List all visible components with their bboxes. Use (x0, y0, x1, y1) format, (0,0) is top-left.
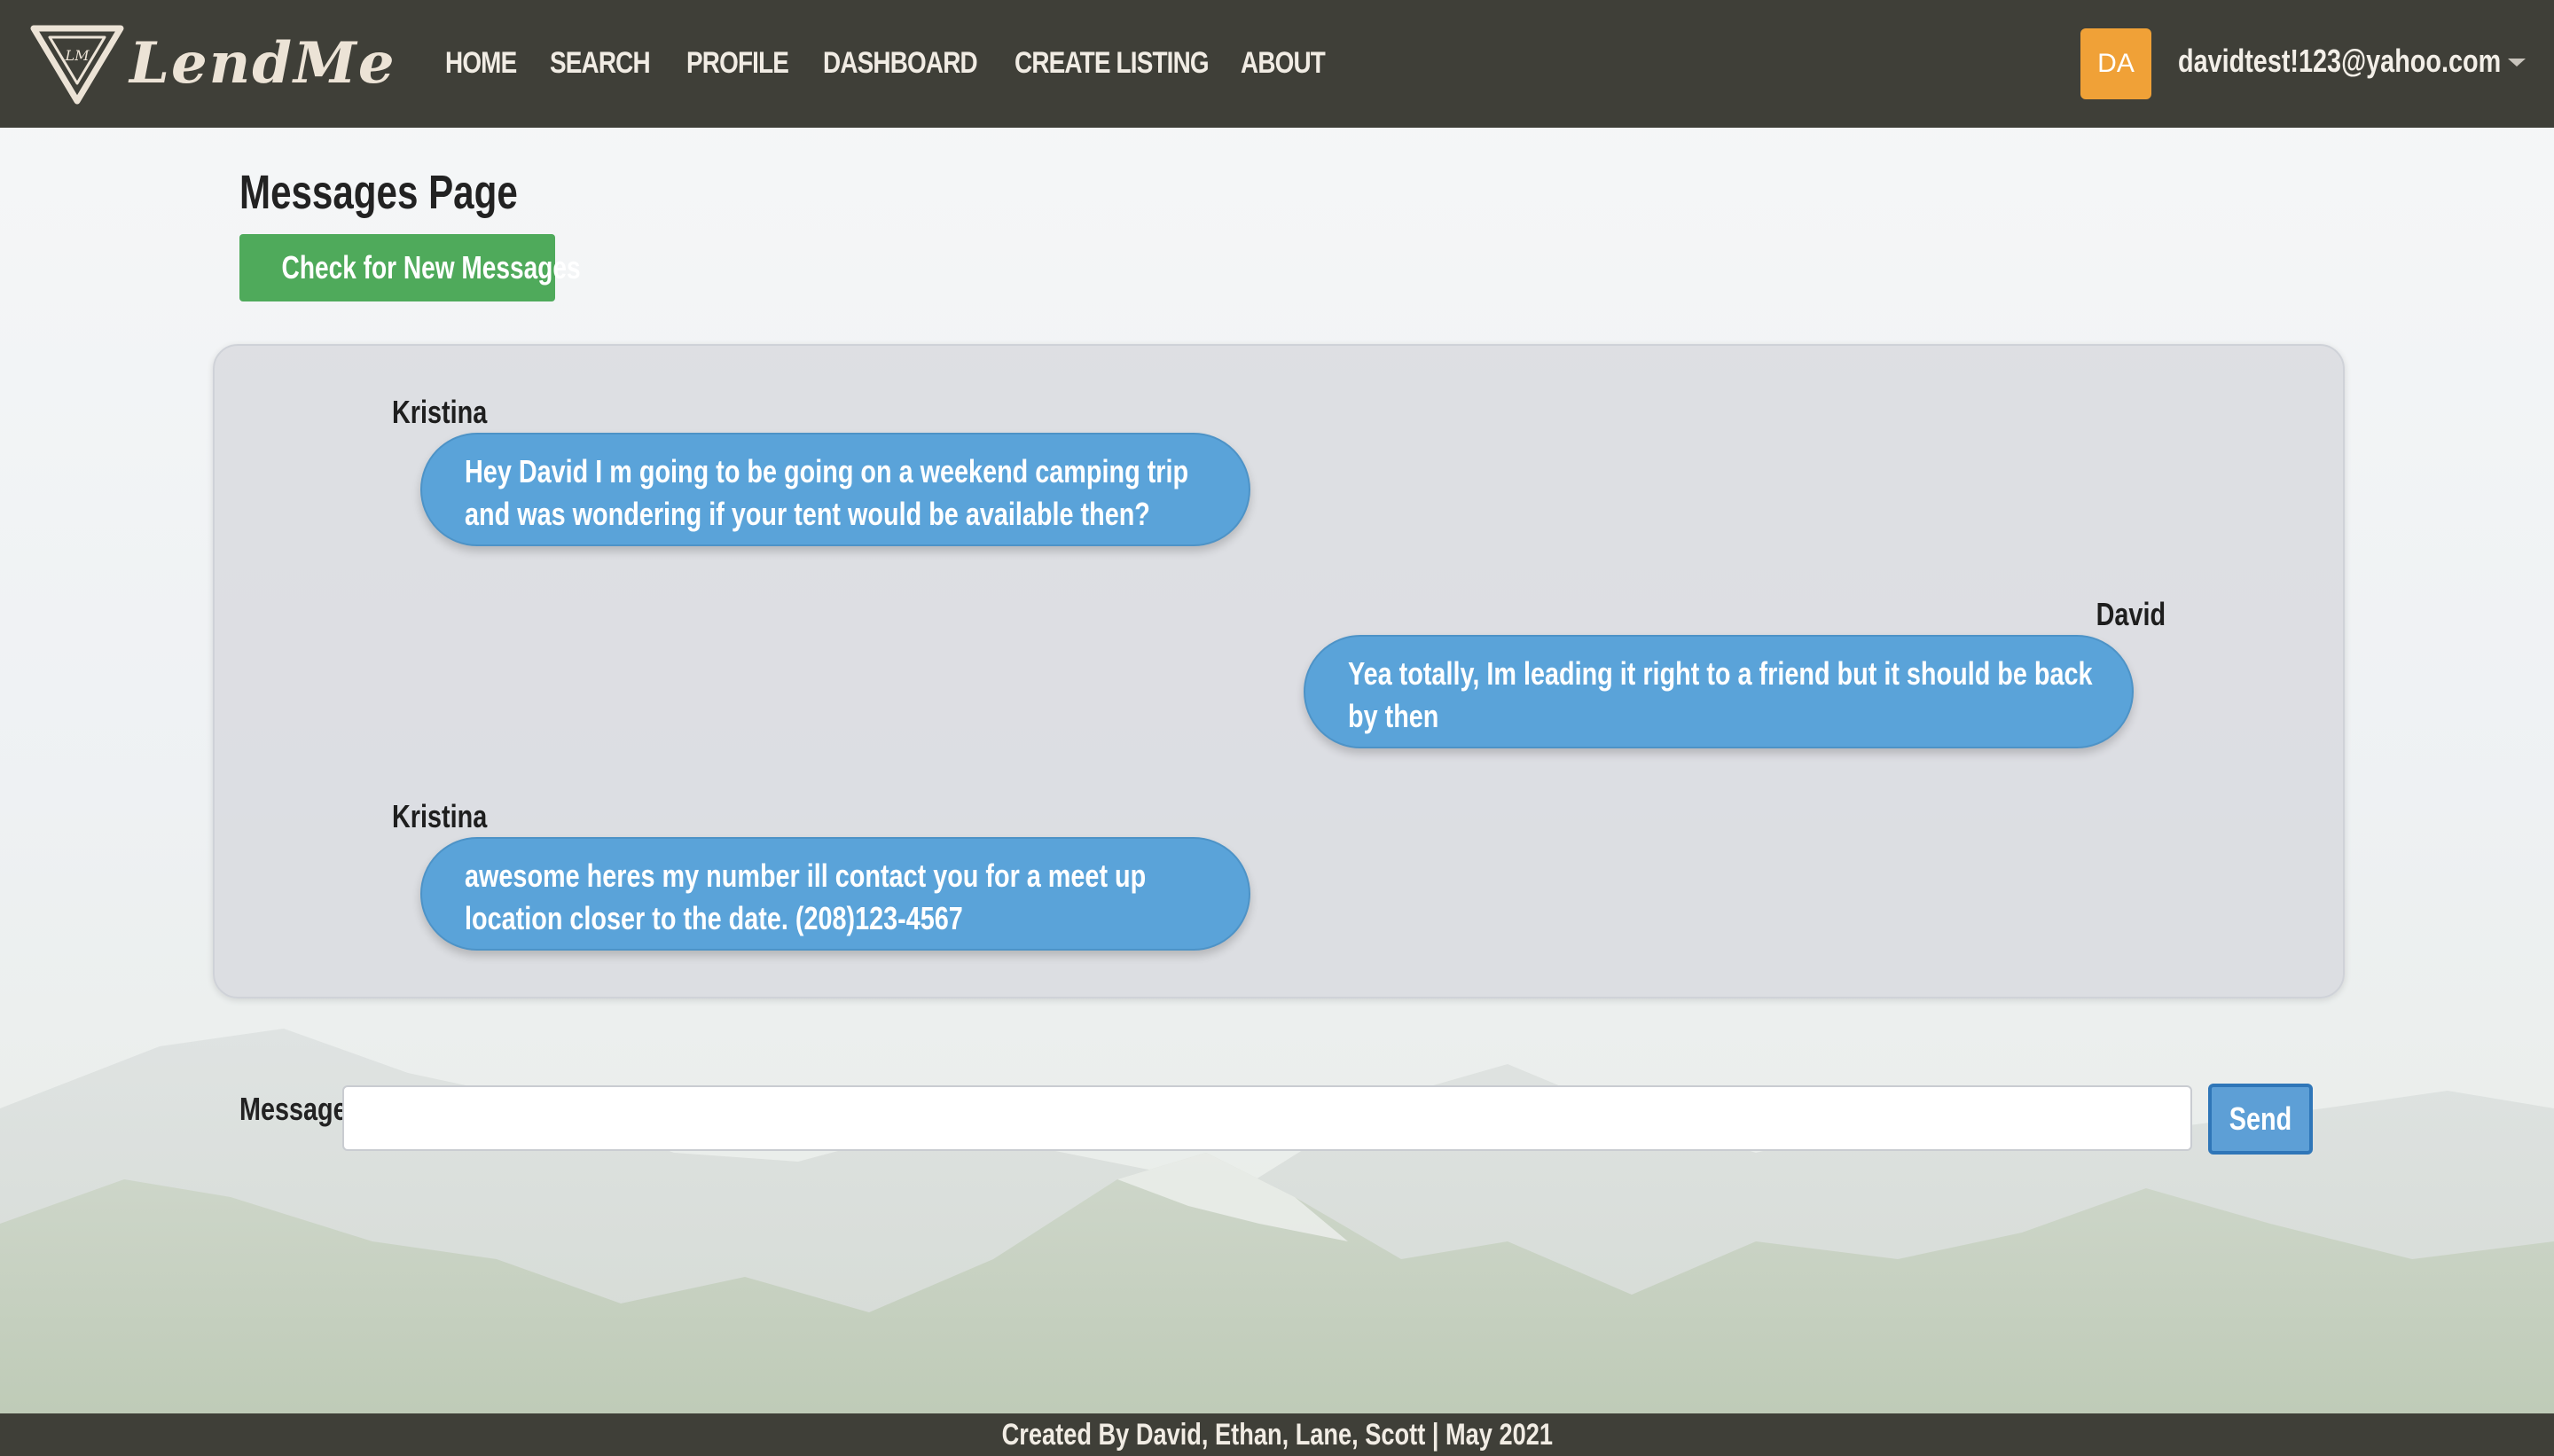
chevron-down-icon[interactable] (2508, 59, 2526, 67)
message-text: awesome heres my number ill contact you … (465, 857, 1147, 936)
check-new-messages-button[interactable]: Check for New Messages (239, 234, 581, 301)
send-button[interactable]: Send (2208, 1084, 2313, 1155)
message-bubble-received: Hey David I m going to be going on a wee… (420, 433, 1250, 546)
message-label: Message (239, 1091, 348, 1127)
user-avatar[interactable]: DA (2080, 28, 2151, 99)
message-text: Yea totally, Im leading it right to a fr… (1348, 655, 2093, 734)
page-title: Messages Page (239, 166, 518, 219)
check-new-messages-label: Check for New Messages (281, 249, 581, 286)
nav-home[interactable]: HOME (445, 46, 517, 81)
nav-links: HOME SEARCH PROFILE DASHBOARD CREATE LIS… (445, 46, 1374, 81)
message-text: Hey David I m going to be going on a wee… (465, 453, 1189, 532)
footer-credits: Created By David, Ethan, Lane, Scott | M… (1001, 1418, 1553, 1452)
nav-about[interactable]: ABOUT (1241, 46, 1326, 81)
nav-create-listing[interactable]: CREATE LISTING (1015, 46, 1210, 81)
send-label: Send (2229, 1100, 2292, 1137)
message-sender: Kristina (392, 394, 488, 430)
message-sender: David (2096, 596, 2166, 632)
logo-mark-text: LM (64, 47, 90, 64)
message-input[interactable] (342, 1085, 2192, 1151)
message-bubble-sent: Yea totally, Im leading it right to a fr… (1304, 635, 2134, 748)
footer: Created By David, Ethan, Lane, Scott | M… (0, 1413, 2554, 1456)
brand-name: LendMe (129, 30, 396, 97)
nav-profile[interactable]: PROFILE (686, 46, 789, 81)
nav-search[interactable]: SEARCH (550, 46, 651, 81)
message-bubble-received: awesome heres my number ill contact you … (420, 837, 1250, 951)
logo-triangle-icon: LM (30, 25, 124, 105)
user-email[interactable]: davidtest!123@yahoo.com (2178, 43, 2501, 80)
nav-dashboard[interactable]: DASHBOARD (823, 46, 978, 81)
chat-window[interactable]: Kristina Hey David I m going to be going… (213, 344, 2345, 998)
message-sender: Kristina (392, 798, 488, 834)
brand-logo[interactable]: LM LendMe (30, 25, 403, 105)
navbar: LM LendMe HOME SEARCH PROFILE DASHBOARD … (0, 0, 2554, 128)
